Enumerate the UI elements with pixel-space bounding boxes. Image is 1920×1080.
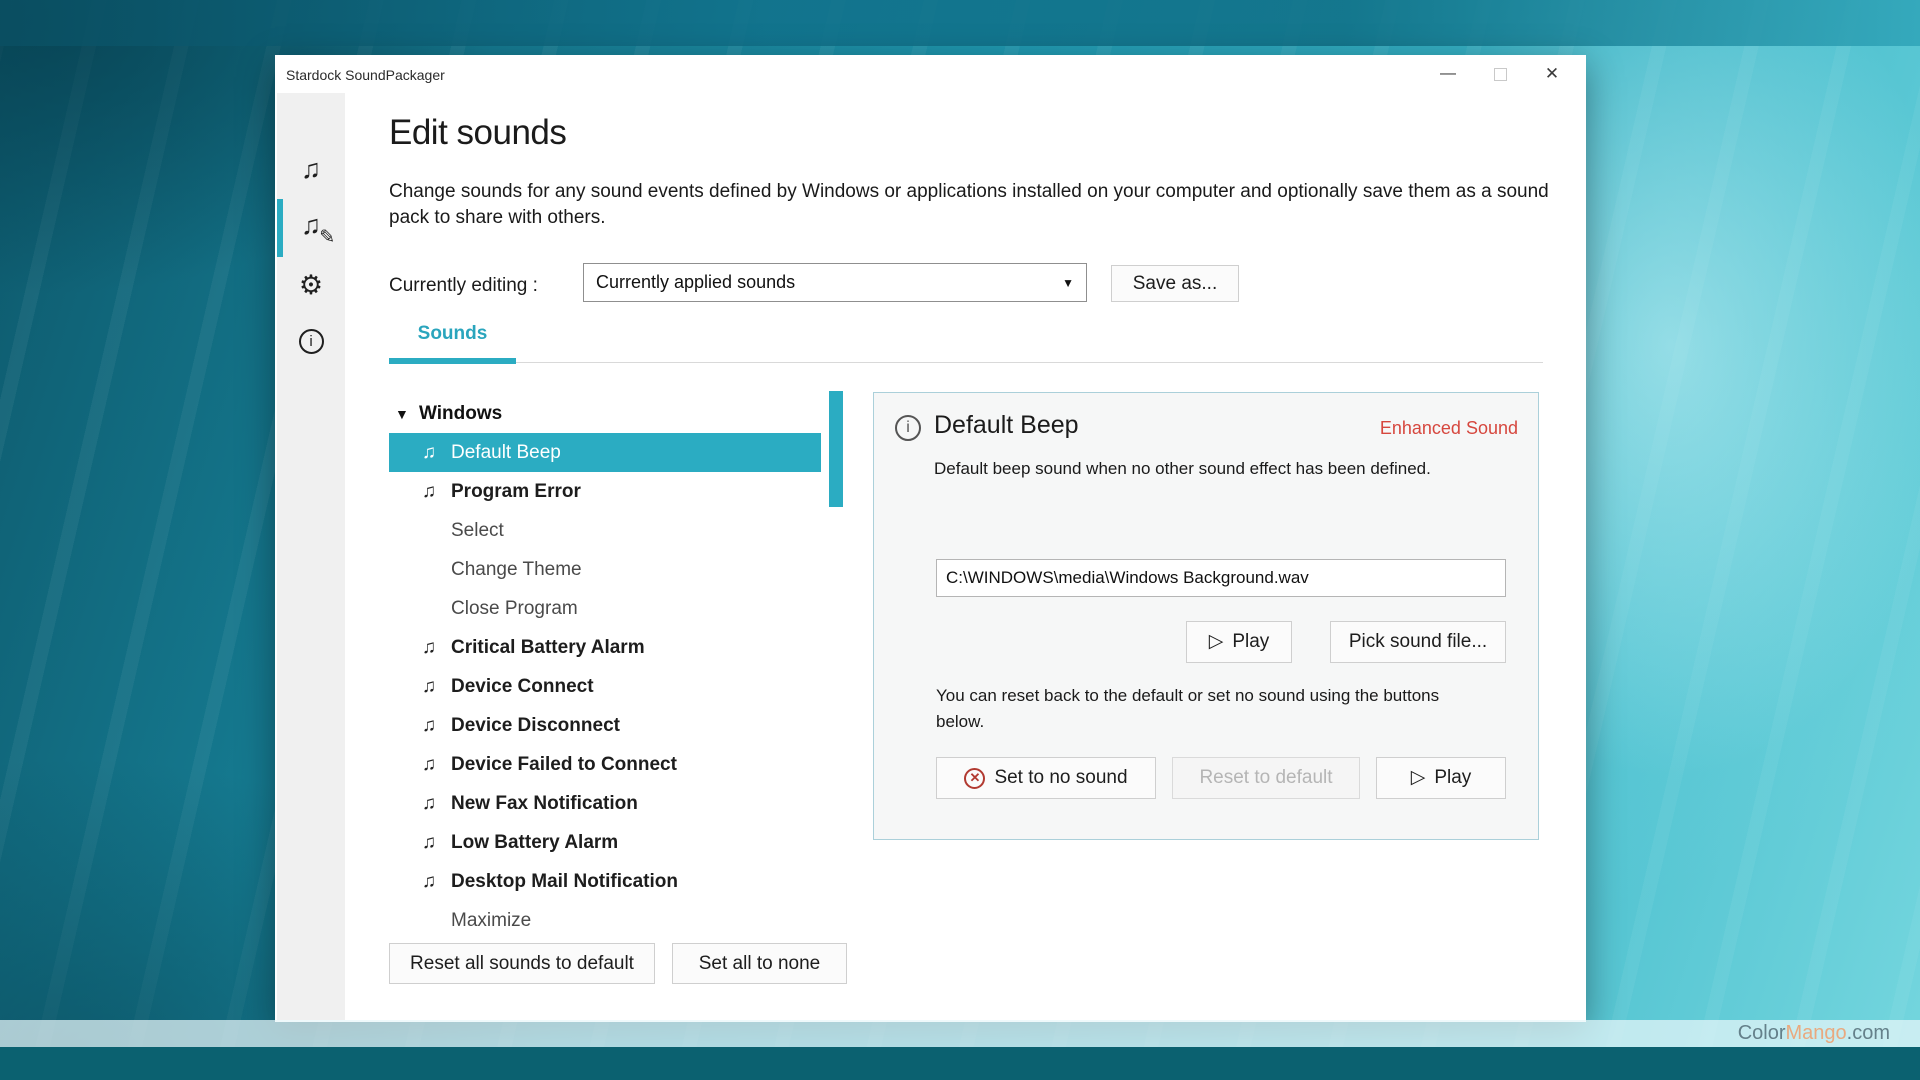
tree-row[interactable]: ♫ Default Beep — [389, 433, 821, 472]
tab-active-underline — [389, 358, 516, 364]
maximize-icon — [1494, 68, 1507, 81]
music-note-icon: ♫ — [416, 793, 442, 815]
music-note-icon: ♫ — [416, 715, 442, 737]
reset-hint-text: You can reset back to the default or set… — [936, 683, 1481, 735]
close-button[interactable]: ✕ — [1526, 55, 1578, 93]
tree-row-label: Device Disconnect — [451, 715, 620, 737]
tree-row[interactable]: ♫ Device Connect — [389, 667, 821, 706]
music-note-icon: ♫ — [416, 481, 442, 503]
watermark-mango: Mango — [1786, 1022, 1847, 1044]
tree-row-label: Change Theme — [451, 559, 582, 581]
tree-row-label: Device Connect — [451, 676, 594, 698]
music-notes-icon: ♫ — [301, 154, 321, 185]
tree-row[interactable]: ♫ Device Failed to Connect — [389, 745, 821, 784]
info-icon: i — [299, 329, 324, 354]
watermark-com: .com — [1847, 1022, 1890, 1044]
tree-row-label: Maximize — [451, 910, 531, 932]
edit-sounds-icon: ♫✎ — [301, 210, 321, 241]
tree-group-label: Windows — [419, 403, 502, 425]
sidebar-item-settings[interactable]: ⚙ — [277, 257, 345, 313]
play-icon: ▷ — [1411, 766, 1426, 789]
preset-dropdown-value: Currently applied sounds — [596, 272, 1062, 293]
circle-x-icon: ✕ — [964, 768, 985, 789]
tree-row[interactable]: ♫ Device Disconnect — [389, 706, 821, 745]
tree-row-label: New Fax Notification — [451, 793, 638, 815]
tree-row[interactable]: ♫ Low Battery Alarm — [389, 823, 821, 862]
info-icon: i — [895, 415, 921, 441]
enhanced-sound-badge: Enhanced Sound — [1380, 418, 1518, 439]
bottom-teal-band — [0, 1047, 1920, 1080]
titlebar[interactable]: Stardock SoundPackager — ✕ — [275, 55, 1586, 93]
tree-row-label: Device Failed to Connect — [451, 754, 677, 776]
tree-row-label: Critical Battery Alarm — [451, 637, 645, 659]
tree-row[interactable]: ♫ Close Program — [389, 589, 821, 628]
page-description: Change sounds for any sound events defin… — [389, 179, 1549, 231]
desktop-background-top — [0, 0, 1920, 46]
play-icon: ▷ — [1209, 630, 1224, 653]
sound-detail-panel: i Default Beep Enhanced Sound Default be… — [873, 392, 1539, 840]
page-title: Edit sounds — [389, 113, 566, 153]
tree-row[interactable]: ♫ New Fax Notification — [389, 784, 821, 823]
tree-row-label: Close Program — [451, 598, 578, 620]
chevron-down-icon: ▼ — [1062, 276, 1074, 290]
pick-sound-file-button[interactable]: Pick sound file... — [1330, 621, 1506, 663]
tree-row-label: Program Error — [451, 481, 581, 503]
tab-divider-line — [389, 362, 1543, 363]
music-note-icon: ♫ — [416, 676, 442, 698]
sidebar-item-edit-sounds[interactable]: ♫✎ — [277, 197, 345, 253]
sound-file-path-input[interactable] — [936, 559, 1506, 597]
watermark-color: Color — [1738, 1022, 1786, 1044]
tree-row[interactable]: ♫ Program Error — [389, 472, 821, 511]
currently-editing-label: Currently editing : — [389, 267, 538, 305]
set-to-no-sound-label: Set to no sound — [994, 767, 1127, 789]
sidebar-item-sound-packs[interactable]: ♫ — [277, 141, 345, 197]
watermark-band: ColorMango.com — [0, 1020, 1920, 1047]
reset-to-default-button[interactable]: Reset to default — [1172, 757, 1360, 799]
detail-description: Default beep sound when no other sound e… — [934, 459, 1431, 479]
tab-sounds[interactable]: Sounds — [389, 323, 516, 345]
play-button-secondary-label: Play — [1434, 767, 1471, 789]
tree-row[interactable]: ♫ Select — [389, 511, 821, 550]
music-note-icon: ♫ — [416, 637, 442, 659]
window-controls: — ✕ — [1422, 55, 1578, 93]
set-to-no-sound-button[interactable]: ✕ Set to no sound — [936, 757, 1156, 799]
tree-row-label: Select — [451, 520, 504, 542]
music-note-icon: ♫ — [416, 442, 442, 464]
tree-row[interactable]: ♫ Maximize — [389, 901, 821, 940]
play-button-label: Play — [1232, 631, 1269, 653]
window-title: Stardock SoundPackager — [286, 55, 445, 95]
music-note-icon: ♫ — [416, 754, 442, 776]
tree-scrollbar-thumb[interactable] — [829, 391, 843, 507]
play-button-secondary[interactable]: ▷ Play — [1376, 757, 1506, 799]
pencil-icon: ✎ — [319, 226, 335, 249]
tree-row-label: Desktop Mail Notification — [451, 871, 678, 893]
sidebar: ♫ ♫✎ ⚙ i — [277, 93, 345, 1020]
minimize-button[interactable]: — — [1422, 55, 1474, 93]
tree-row[interactable]: ♫ Desktop Mail Notification — [389, 862, 821, 901]
sound-tree: ▼ Windows ♫ Default Beep ♫ Program Error… — [389, 394, 821, 940]
tree-row[interactable]: ♫ Critical Battery Alarm — [389, 628, 821, 667]
gear-icon: ⚙ — [299, 270, 323, 301]
maximize-button[interactable] — [1474, 55, 1526, 93]
soundpackager-window: Stardock SoundPackager — ✕ ♫ ♫✎ ⚙ i Edit… — [275, 55, 1586, 1022]
save-as-button[interactable]: Save as... — [1111, 265, 1239, 302]
music-note-icon: ♫ — [416, 832, 442, 854]
tree-row-label: Default Beep — [451, 442, 561, 464]
detail-title: Default Beep — [934, 411, 1079, 440]
tree-group-windows[interactable]: ▼ Windows — [389, 394, 821, 433]
music-note-icon: ♫ — [416, 871, 442, 893]
expander-triangle-icon[interactable]: ▼ — [389, 406, 419, 422]
sidebar-item-about[interactable]: i — [277, 313, 345, 369]
reset-all-sounds-button[interactable]: Reset all sounds to default — [389, 943, 655, 984]
tree-row[interactable]: ♫ Change Theme — [389, 550, 821, 589]
preset-dropdown[interactable]: Currently applied sounds ▼ — [583, 263, 1087, 302]
play-button[interactable]: ▷ Play — [1186, 621, 1292, 663]
tree-row-label: Low Battery Alarm — [451, 832, 618, 854]
set-all-to-none-button[interactable]: Set all to none — [672, 943, 847, 984]
